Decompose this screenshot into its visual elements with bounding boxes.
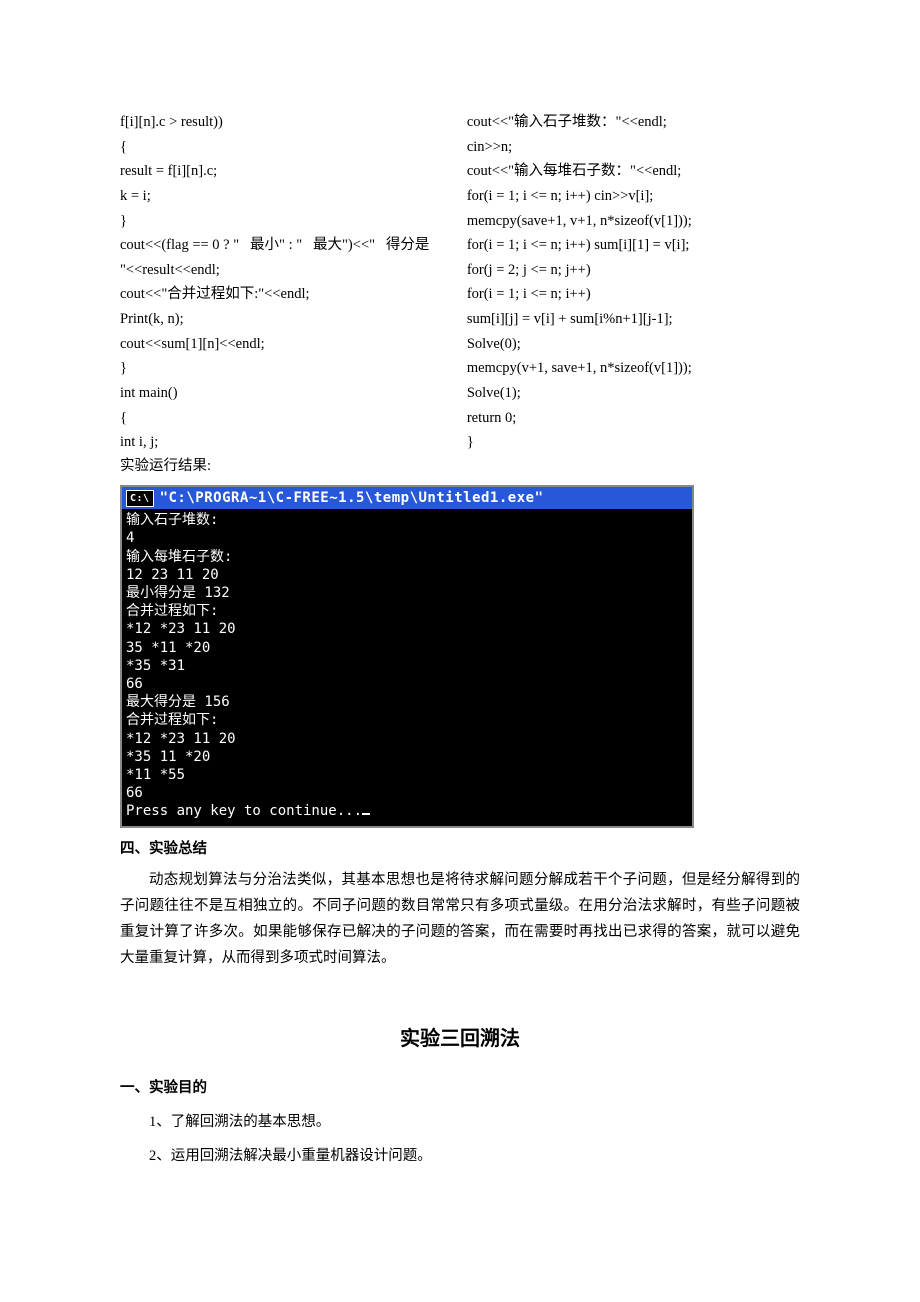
code-right-column: cout<<"输入石子堆数："<<endl; cin>>n; cout<<"输入… (467, 110, 800, 455)
purpose-item-1: 1、了解回溯法的基本思想。 (120, 1109, 800, 1135)
summary-heading: 四、实验总结 (120, 836, 800, 862)
cursor-icon (362, 813, 370, 815)
terminal-titlebar: C:\ "C:\PROGRA~1\C-FREE~1.5\temp\Untitle… (122, 487, 692, 509)
terminal-title-text: "C:\PROGRA~1\C-FREE~1.5\temp\Untitled1.e… (160, 489, 544, 507)
purpose-item-2: 2、运用回溯法解决最小重量机器设计问题。 (120, 1143, 800, 1169)
summary-body: 动态规划算法与分治法类似，其基本思想也是将待求解问题分解成若干个子问题，但是经分… (120, 867, 800, 971)
purpose-heading: 一、实验目的 (120, 1075, 800, 1101)
document-page: f[i][n].c > result)) { result = f[i][n].… (0, 0, 920, 1302)
terminal-output: 输入石子堆数: 4 输入每堆石子数: 12 23 11 20 最小得分是 132… (122, 509, 692, 826)
cmd-icon: C:\ (126, 490, 154, 507)
chapter-heading: 实验三回溯法 (120, 1021, 800, 1057)
terminal-text: 输入石子堆数: 4 输入每堆石子数: 12 23 11 20 最小得分是 132… (126, 512, 362, 819)
code-columns: f[i][n].c > result)) { result = f[i][n].… (120, 110, 800, 455)
code-left-column: f[i][n].c > result)) { result = f[i][n].… (120, 110, 453, 455)
result-label: 实验运行结果: (120, 453, 800, 479)
terminal-window: C:\ "C:\PROGRA~1\C-FREE~1.5\temp\Untitle… (120, 485, 694, 828)
